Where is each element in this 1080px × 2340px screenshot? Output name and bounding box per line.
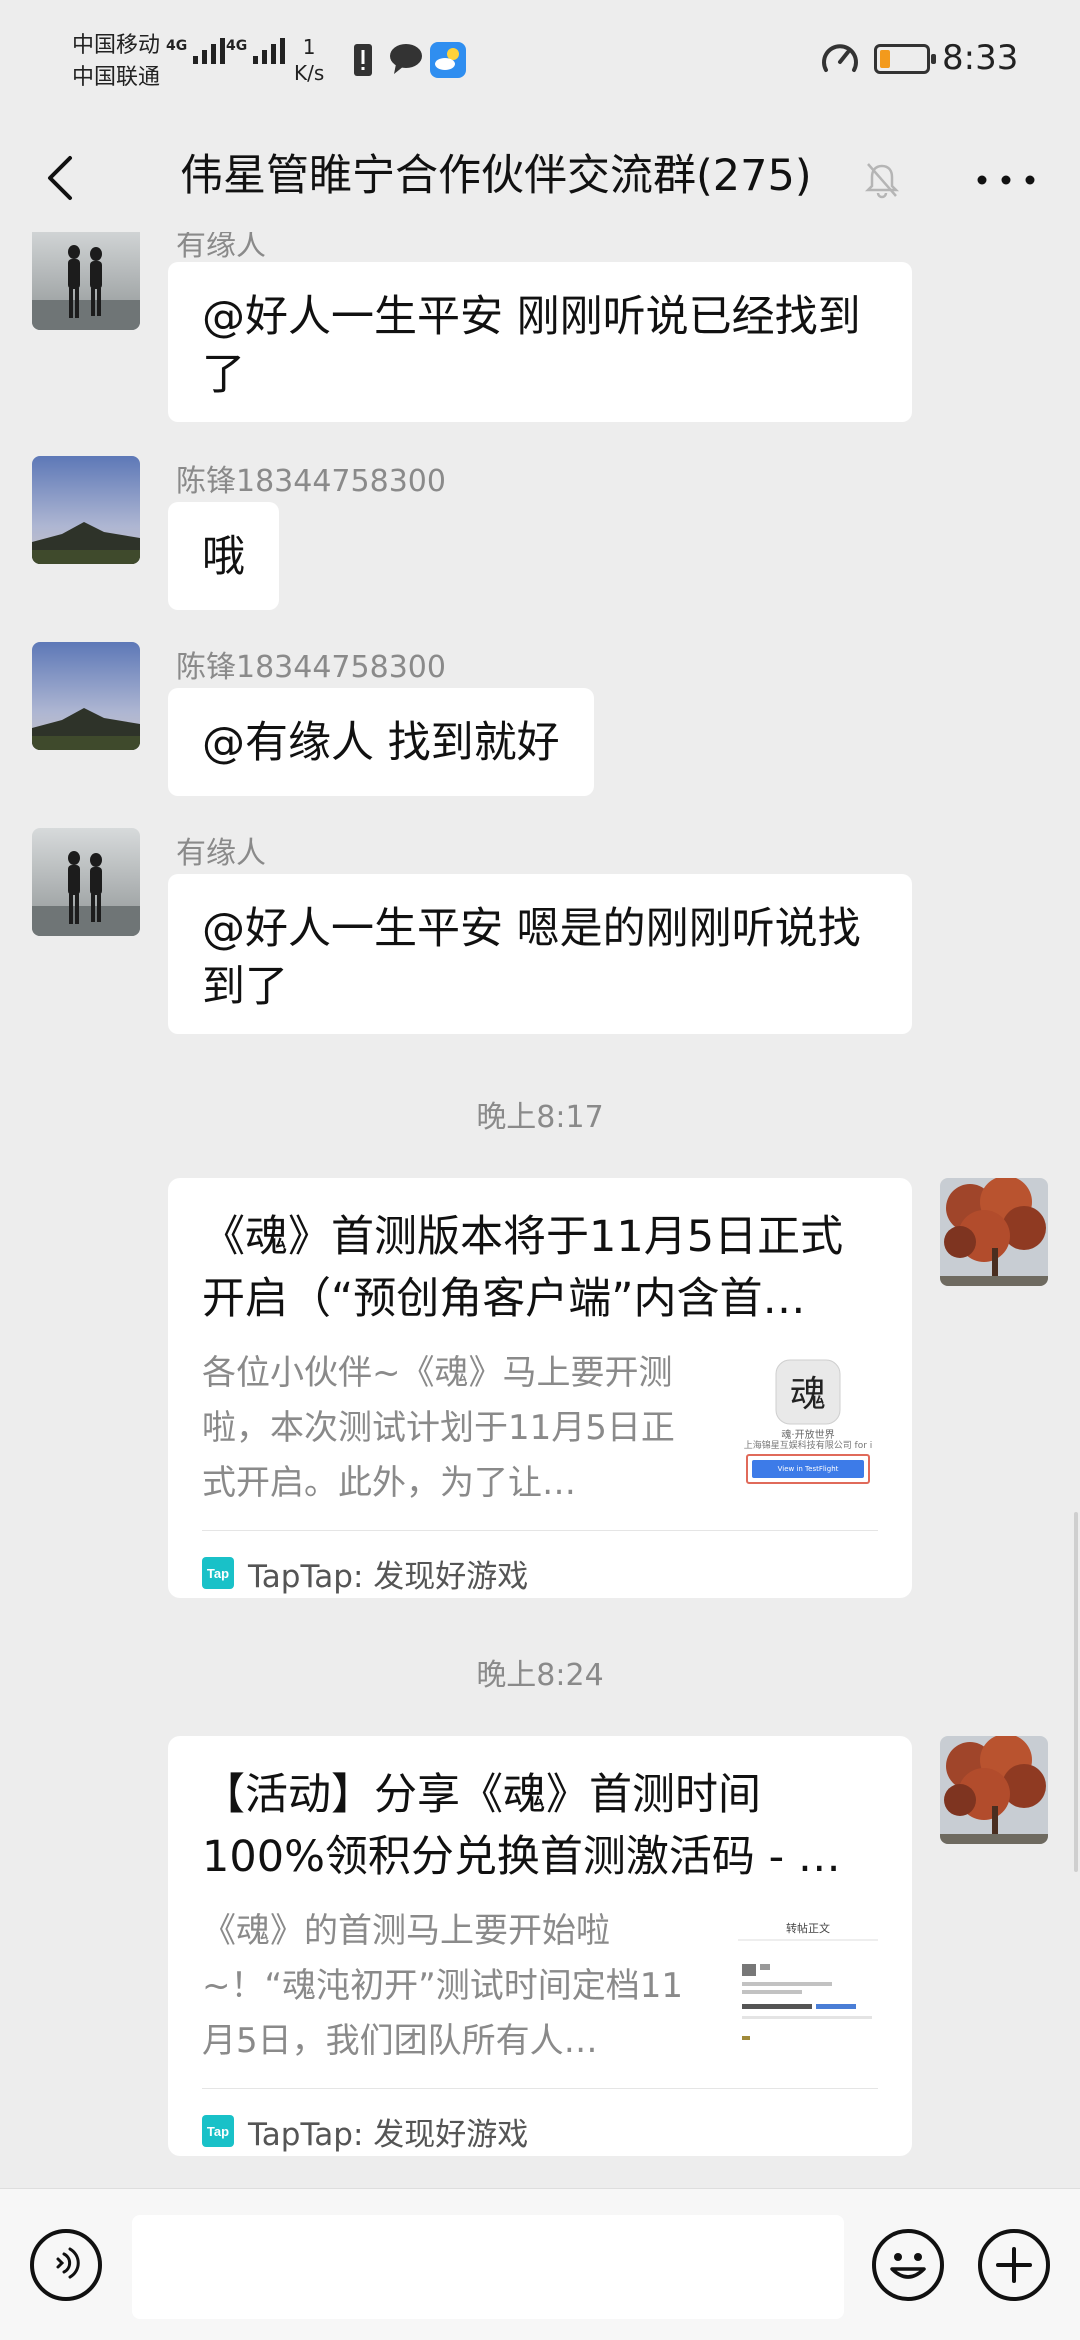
- avatar-couple[interactable]: [32, 232, 140, 330]
- avatar-landscape[interactable]: [32, 456, 140, 564]
- weather-app-icon: [430, 42, 466, 78]
- net-speed: 1 K/s: [294, 35, 325, 85]
- card-source-label: TapTap: 发现好游戏: [248, 2116, 529, 2153]
- mute-bell-icon: [864, 163, 900, 199]
- avatar-couple[interactable]: [32, 828, 140, 936]
- card-source-label: TapTap: 发现好游戏: [248, 1558, 529, 1595]
- chat-message-list[interactable]: 有缘人 @好人一生平安 刚刚听说已经找到了 陈锋18344758300 哦 陈锋…: [0, 232, 1080, 2188]
- voice-icon: [56, 2247, 80, 2279]
- message-bubble[interactable]: 哦: [168, 502, 279, 610]
- timestamp: 晚上8:24: [476, 1658, 604, 1693]
- thumb-caption: 转帖正文: [786, 1922, 830, 1935]
- thumb-button: View in TestFlight: [752, 1460, 864, 1478]
- carrier-labels: 中国移动 中国联通: [72, 30, 160, 94]
- thumb-highlight: View in TestFlight: [746, 1454, 870, 1484]
- input-bar: [0, 2188, 1080, 2340]
- message-sender: 有缘人: [176, 232, 266, 263]
- card-thumbnail: 魂 魂·开放世界 上海锦星互娱科技有限公司 for i View in Test…: [738, 1354, 878, 1494]
- card-description: 各位小伙伴~《魂》马上要开测啦，本次测试计划于11月5日正式开启。此外，为了让…: [202, 1353, 675, 1503]
- message-bubble[interactable]: @有缘人 找到就好: [168, 688, 594, 796]
- card-divider: [202, 1530, 878, 1531]
- page-title: 伟星管睢宁合作伙伴交流群(275): [180, 151, 812, 201]
- taptap-logo-icon: Tap: [202, 2115, 234, 2147]
- battery-icon: [874, 44, 936, 74]
- message-bubble[interactable]: @好人一生平安 刚刚听说已经找到了: [168, 262, 912, 422]
- data-saver-icon: [822, 44, 858, 72]
- status-time: 8:33: [942, 38, 1019, 78]
- avatar-autumn-tree[interactable]: [940, 1736, 1048, 1844]
- smiley-icon: [890, 2253, 926, 2279]
- message-bubble[interactable]: @好人一生平安 嗯是的刚刚听说找到了: [168, 874, 912, 1034]
- message-sender: 有缘人: [176, 836, 266, 871]
- link-card[interactable]: 《魂》首测版本将于11月5日正式开启（“预创角客户端”内含首… 各位小伙伴~《魂…: [168, 1178, 912, 1598]
- plus-icon: [996, 2247, 1032, 2283]
- card-thumbnail: 转帖正文: [738, 1912, 878, 2052]
- more-functions-button[interactable]: [978, 2229, 1050, 2301]
- thumb-company: 上海锦星互娱科技有限公司 for i: [743, 1441, 873, 1451]
- battery-level-fill: [880, 50, 890, 68]
- carrier-1: 中国移动: [72, 33, 161, 58]
- message-sender: 陈锋18344758300: [176, 464, 446, 499]
- card-title: 《魂》首测版本将于11月5日正式开启（“预创角客户端”内含首…: [202, 1212, 844, 1324]
- message-sender: 陈锋18344758300: [176, 650, 446, 685]
- carrier-2: 中国联通: [72, 65, 161, 90]
- signal-2-icon: 4G: [226, 38, 286, 64]
- card-source: Tap TapTap: 发现好游戏: [202, 1540, 528, 1606]
- emoji-button[interactable]: [872, 2229, 944, 2301]
- card-divider: [202, 2088, 878, 2089]
- voice-input-button[interactable]: [30, 2229, 102, 2301]
- avatar-autumn-tree[interactable]: [940, 1178, 1048, 1286]
- card-source: Tap TapTap: 发现好游戏: [202, 2098, 528, 2164]
- message-notification-icon: [390, 44, 422, 74]
- link-card[interactable]: 【活动】分享《魂》首测时间100%领积分兑换首测激活码 - … 《魂》的首测马上…: [168, 1736, 912, 2156]
- card-description: 《魂》的首测马上要开始啦~！“魂沌初开”测试时间定档11月5日，我们团队所有人…: [202, 1911, 683, 2061]
- scrollbar[interactable]: [1074, 1512, 1078, 1872]
- avatar-landscape[interactable]: [32, 642, 140, 750]
- more-options-icon[interactable]: [966, 160, 1046, 200]
- status-bar: 中国移动 中国联通 4G 4G 1 K/s 8:33: [0, 0, 1080, 124]
- signal-1-icon: 4G: [166, 38, 226, 64]
- svg-text:魂: 魂: [790, 1374, 826, 1415]
- timestamp: 晚上8:17: [476, 1100, 604, 1135]
- taptap-logo-icon: Tap: [202, 1557, 234, 1589]
- card-title: 【活动】分享《魂》首测时间100%领积分兑换首测激活码 - …: [202, 1770, 841, 1882]
- message-input[interactable]: [132, 2215, 844, 2319]
- back-button[interactable]: [30, 144, 94, 212]
- chat-header: 伟星管睢宁合作伙伴交流群(275): [0, 124, 1080, 232]
- sim-alert-icon: [354, 44, 372, 76]
